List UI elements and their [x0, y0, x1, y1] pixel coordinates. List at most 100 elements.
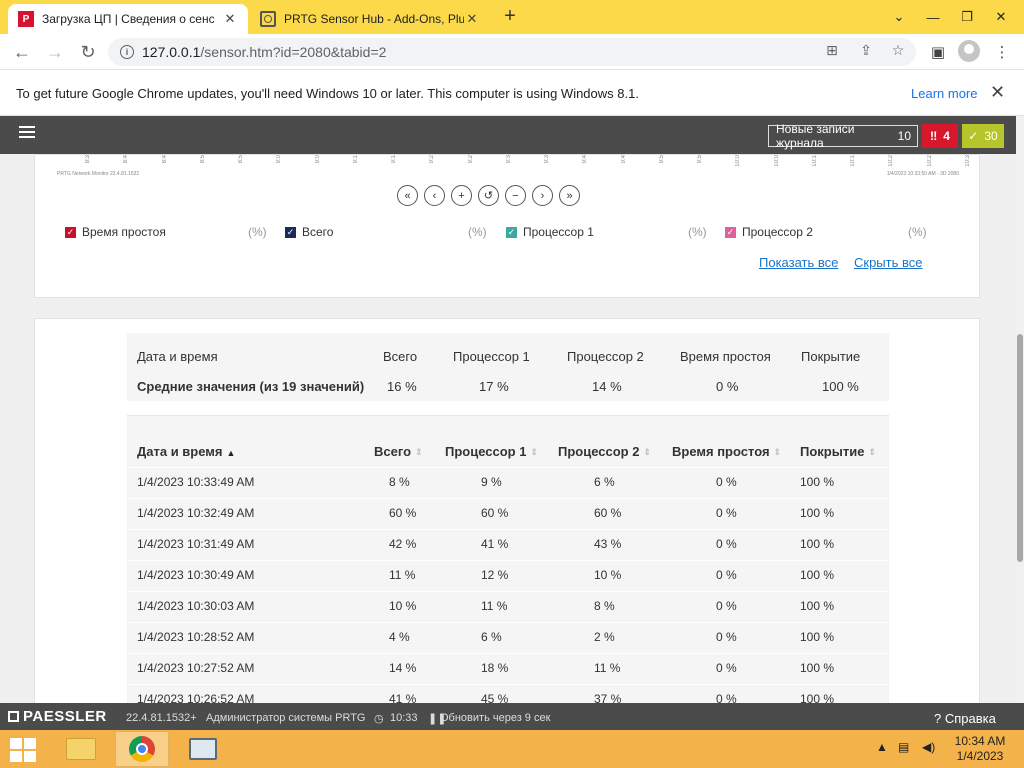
column-header-cpu2[interactable]: Процессор 2 ⇕ [558, 444, 651, 459]
hamburger-menu-icon[interactable] [19, 126, 35, 140]
summary-avg-cpu1: 17 % [479, 379, 509, 394]
close-window-icon[interactable]: ✕ [984, 0, 1018, 34]
column-header-total[interactable]: Всего ⇕ [374, 444, 423, 459]
page-scrollbar[interactable] [1016, 116, 1024, 703]
tab-inactive[interactable]: PRTG Sensor Hub - Add-Ons, Plu ✕ [250, 4, 490, 34]
cell-datetime: 1/4/2023 10:28:52 AM [137, 630, 255, 644]
checkbox-icon[interactable]: ✓ [506, 226, 517, 238]
zoom-out-button[interactable]: − [505, 185, 526, 206]
taskbar-clock[interactable]: 10:34 AM 1/4/2023 [954, 734, 1006, 764]
reload-icon[interactable]: ↻ [76, 40, 100, 64]
time-tick-label: 10:0 [735, 155, 742, 167]
tray-expand-icon[interactable]: ▲ [876, 740, 888, 754]
summary-avg-coverage: 100 % [822, 379, 859, 394]
legend-item-downtime[interactable]: ✓ Время простоя [65, 225, 166, 239]
hide-all-link[interactable]: Скрыть все [854, 255, 922, 270]
summary-header-downtime: Время простоя [680, 349, 771, 364]
alarm-badge[interactable]: ‼ 4 [922, 124, 958, 148]
cell-coverage: 100 % [800, 568, 835, 582]
bookmark-star-icon[interactable]: ☆ [888, 40, 908, 60]
tab-active[interactable]: P Загрузка ЦП | Сведения о сенс ✕ [8, 4, 248, 34]
infobar-close-icon[interactable]: ✕ [990, 82, 1005, 103]
zoom-prev-button[interactable]: ‹ [424, 185, 445, 206]
column-header-label: Покрытие [800, 444, 865, 459]
folder-icon [66, 738, 96, 760]
zoom-first-button[interactable]: « [397, 185, 418, 206]
summary-table: Дата и время Всего Процессор 1 Процессор… [127, 333, 889, 401]
back-icon[interactable]: ← [10, 40, 34, 64]
sort-icon: ⇕ [530, 447, 539, 458]
legend-item-cpu2[interactable]: ✓ Процессор 2 [725, 225, 813, 239]
graph-card: 8:3 8:4 8:4 8:5 8:5 9:0 9:0 9:1 9:1 9:2 9:2 9:3 9:3 9… [34, 154, 980, 298]
menu-icon[interactable]: ⋮ [990, 40, 1014, 64]
close-tab-icon[interactable]: ✕ [464, 11, 480, 27]
checkbox-icon[interactable]: ✓ [65, 226, 76, 238]
user-text[interactable]: Администратор системы PRTG [206, 712, 365, 724]
checkbox-icon[interactable]: ✓ [725, 226, 736, 238]
time-tick-label: 9:0 [276, 155, 283, 164]
time-tick-label: 9:0 [314, 155, 321, 164]
volume-icon[interactable]: ◀) [922, 740, 935, 754]
share-icon[interactable]: ⇪ [856, 40, 876, 60]
legend-item-total[interactable]: ✓ Всего [285, 225, 333, 239]
ok-badge[interactable]: ✓ 30 [962, 124, 1004, 148]
zoom-reset-button[interactable]: ↺ [478, 185, 499, 206]
chrome-taskbar-button[interactable] [115, 731, 169, 767]
column-header-cpu1[interactable]: Процессор 1 ⇕ [445, 444, 538, 459]
windows-start-icon[interactable] [10, 738, 36, 762]
zoom-next-button[interactable]: › [532, 185, 553, 206]
file-explorer-button[interactable] [54, 731, 108, 767]
time-tick-label: 9:1 [352, 155, 359, 164]
graph-time-axis: 8:3 8:4 8:4 8:5 8:5 9:0 9:0 9:1 9:1 9:2 9:2 9:3 9:3 9… [85, 155, 975, 167]
show-all-link[interactable]: Показать все [759, 255, 838, 270]
checkbox-icon[interactable]: ✓ [285, 226, 296, 238]
summary-avg-total: 16 % [387, 379, 417, 394]
translate-icon[interactable]: ⊞ [822, 40, 842, 60]
brand-name: PAESSLER [23, 708, 107, 725]
paessler-logo[interactable]: PAESSLER [8, 708, 107, 725]
column-header-datetime[interactable]: Дата и время ▲ [137, 444, 235, 459]
learn-more-link[interactable]: Learn more [911, 86, 977, 101]
column-header-coverage[interactable]: Покрытие ⇕ [800, 444, 876, 459]
check-icon: ✓ [968, 129, 979, 143]
help-link[interactable]: ? Справка [934, 711, 996, 726]
minimize-icon[interactable]: — [916, 0, 950, 34]
browser-toolbar: ← → ↻ i 127.0.0.1/sensor.htm?id=2080&tab… [0, 34, 1024, 70]
new-log-entries-button[interactable]: Новые записи журнала 10 [768, 122, 918, 150]
legend-item-cpu1[interactable]: ✓ Процессор 1 [506, 225, 594, 239]
column-header-downtime[interactable]: Время простоя ⇕ [672, 444, 781, 459]
close-tab-icon[interactable]: ✕ [222, 11, 238, 27]
url-path: /sensor.htm?id=2080&tabid=2 [200, 44, 387, 60]
site-info-icon[interactable]: i [120, 45, 134, 59]
column-header-label: Всего [374, 444, 412, 459]
zoom-in-button[interactable]: + [451, 185, 472, 206]
row-divider [127, 622, 889, 623]
side-panel-icon[interactable]: ▣ [926, 40, 950, 64]
cell-cpu2: 6 % [594, 475, 615, 489]
tab-search-icon[interactable]: ⌄ [882, 0, 916, 34]
address-bar[interactable]: i 127.0.0.1/sensor.htm?id=2080&tabid=2 [108, 38, 916, 66]
prtg-taskbar-button[interactable] [176, 731, 230, 767]
clock-time: 10:34 AM [954, 734, 1006, 748]
cell-cpu2: 11 % [594, 661, 621, 675]
refresh-text[interactable]: Обновить через 9 сек [440, 712, 550, 724]
row-divider [127, 684, 889, 685]
scrollbar-thumb[interactable] [1017, 334, 1023, 562]
time-tick-label: 9:2 [429, 155, 436, 164]
graph-footer-right: 1/4/2023 10:33:50 AM - 3D 2080 [886, 171, 959, 177]
legend-unit: (%) [908, 225, 927, 239]
cell-downtime: 0 % [716, 599, 737, 613]
legend-label: Всего [302, 225, 334, 239]
cell-datetime: 1/4/2023 10:30:03 AM [137, 599, 255, 613]
forward-icon[interactable]: → [43, 40, 67, 64]
profile-avatar[interactable] [958, 40, 980, 62]
summary-avg-cpu2: 14 % [592, 379, 622, 394]
network-icon[interactable]: ▤ [898, 740, 909, 754]
log-count: 10 [897, 129, 911, 143]
restore-icon[interactable]: ❐ [950, 0, 984, 34]
new-tab-button[interactable]: + [500, 5, 520, 29]
time-tick-label: 10:1 [811, 155, 818, 167]
cell-total: 8 % [389, 475, 410, 489]
zoom-last-button[interactable]: » [559, 185, 580, 206]
ok-count: 30 [984, 129, 998, 143]
